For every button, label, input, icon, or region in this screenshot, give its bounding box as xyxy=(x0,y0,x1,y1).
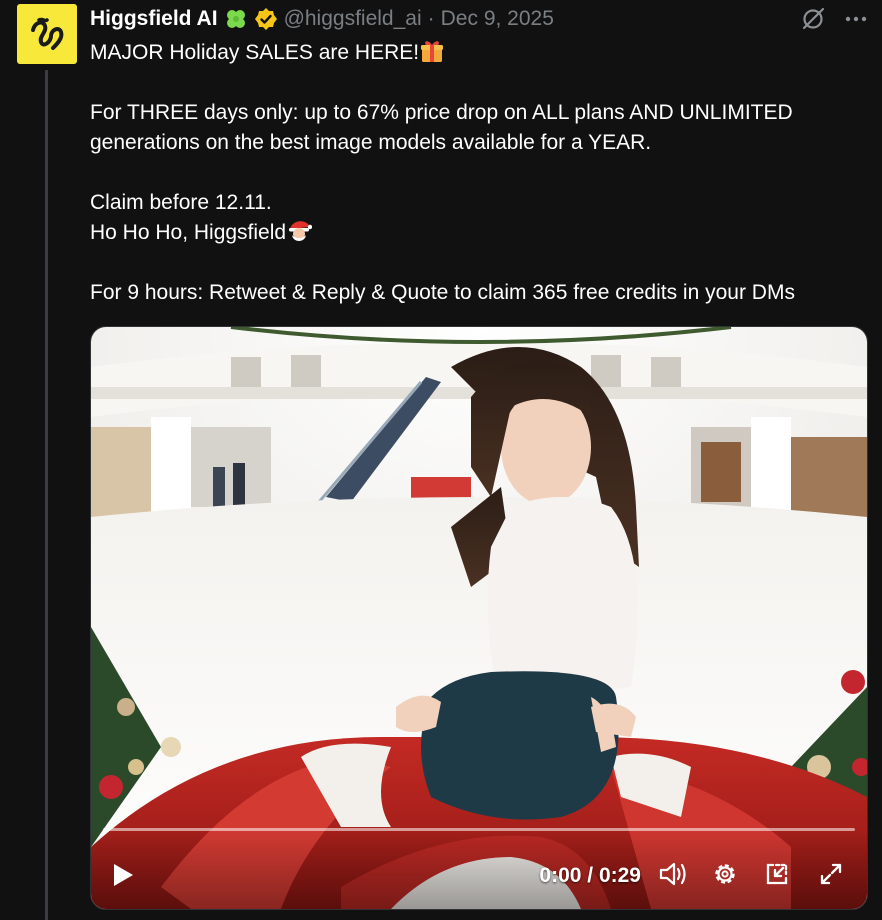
avatar[interactable] xyxy=(17,4,77,64)
fullscreen-icon[interactable] xyxy=(815,858,847,890)
pip-icon[interactable] xyxy=(761,858,793,890)
tweet-line-5: For 9 hours: Retweet & Reply & Quote to … xyxy=(90,281,795,304)
santa-icon xyxy=(286,218,313,244)
volume-icon[interactable] xyxy=(657,858,689,890)
tweet-text: MAJOR Holiday SALES are HERE! For THREE … xyxy=(90,38,870,308)
clover-icon xyxy=(224,7,248,31)
separator-dot: · xyxy=(427,7,435,30)
video-time: 0:00 / 0:29 xyxy=(539,864,641,887)
more-options-icon[interactable] xyxy=(844,7,868,31)
play-icon[interactable] xyxy=(109,861,137,889)
tweet-line-1: MAJOR Holiday SALES are HERE! xyxy=(90,41,420,64)
tweet-actions xyxy=(800,5,868,33)
thread-line xyxy=(45,70,48,920)
higgsfield-logo-icon xyxy=(31,17,64,50)
video-progress-bar[interactable] xyxy=(103,828,855,831)
grok-icon[interactable] xyxy=(800,6,826,32)
author-handle[interactable]: @higgsfield_ai xyxy=(284,7,422,31)
tweet-header: Higgsfield AI @higgsfield_ai · Dec 9, 20… xyxy=(90,5,554,33)
verified-icon[interactable] xyxy=(254,7,278,31)
post-date[interactable]: Dec 9, 2025 xyxy=(441,7,554,31)
video-player[interactable]: 0:00 / 0:29 xyxy=(90,326,868,910)
tweet-line-4: Ho Ho Ho, Higgsfield xyxy=(90,221,287,244)
author-name[interactable]: Higgsfield AI xyxy=(90,7,218,31)
video-frame xyxy=(91,327,867,909)
video-controls: 0:00 / 0:29 xyxy=(91,828,867,909)
settings-icon[interactable] xyxy=(709,858,741,890)
tweet-line-3: Claim before 12.11. xyxy=(90,191,272,214)
gift-icon xyxy=(419,38,445,64)
tweet-line-2: For THREE days only: up to 67% price dro… xyxy=(90,101,793,154)
